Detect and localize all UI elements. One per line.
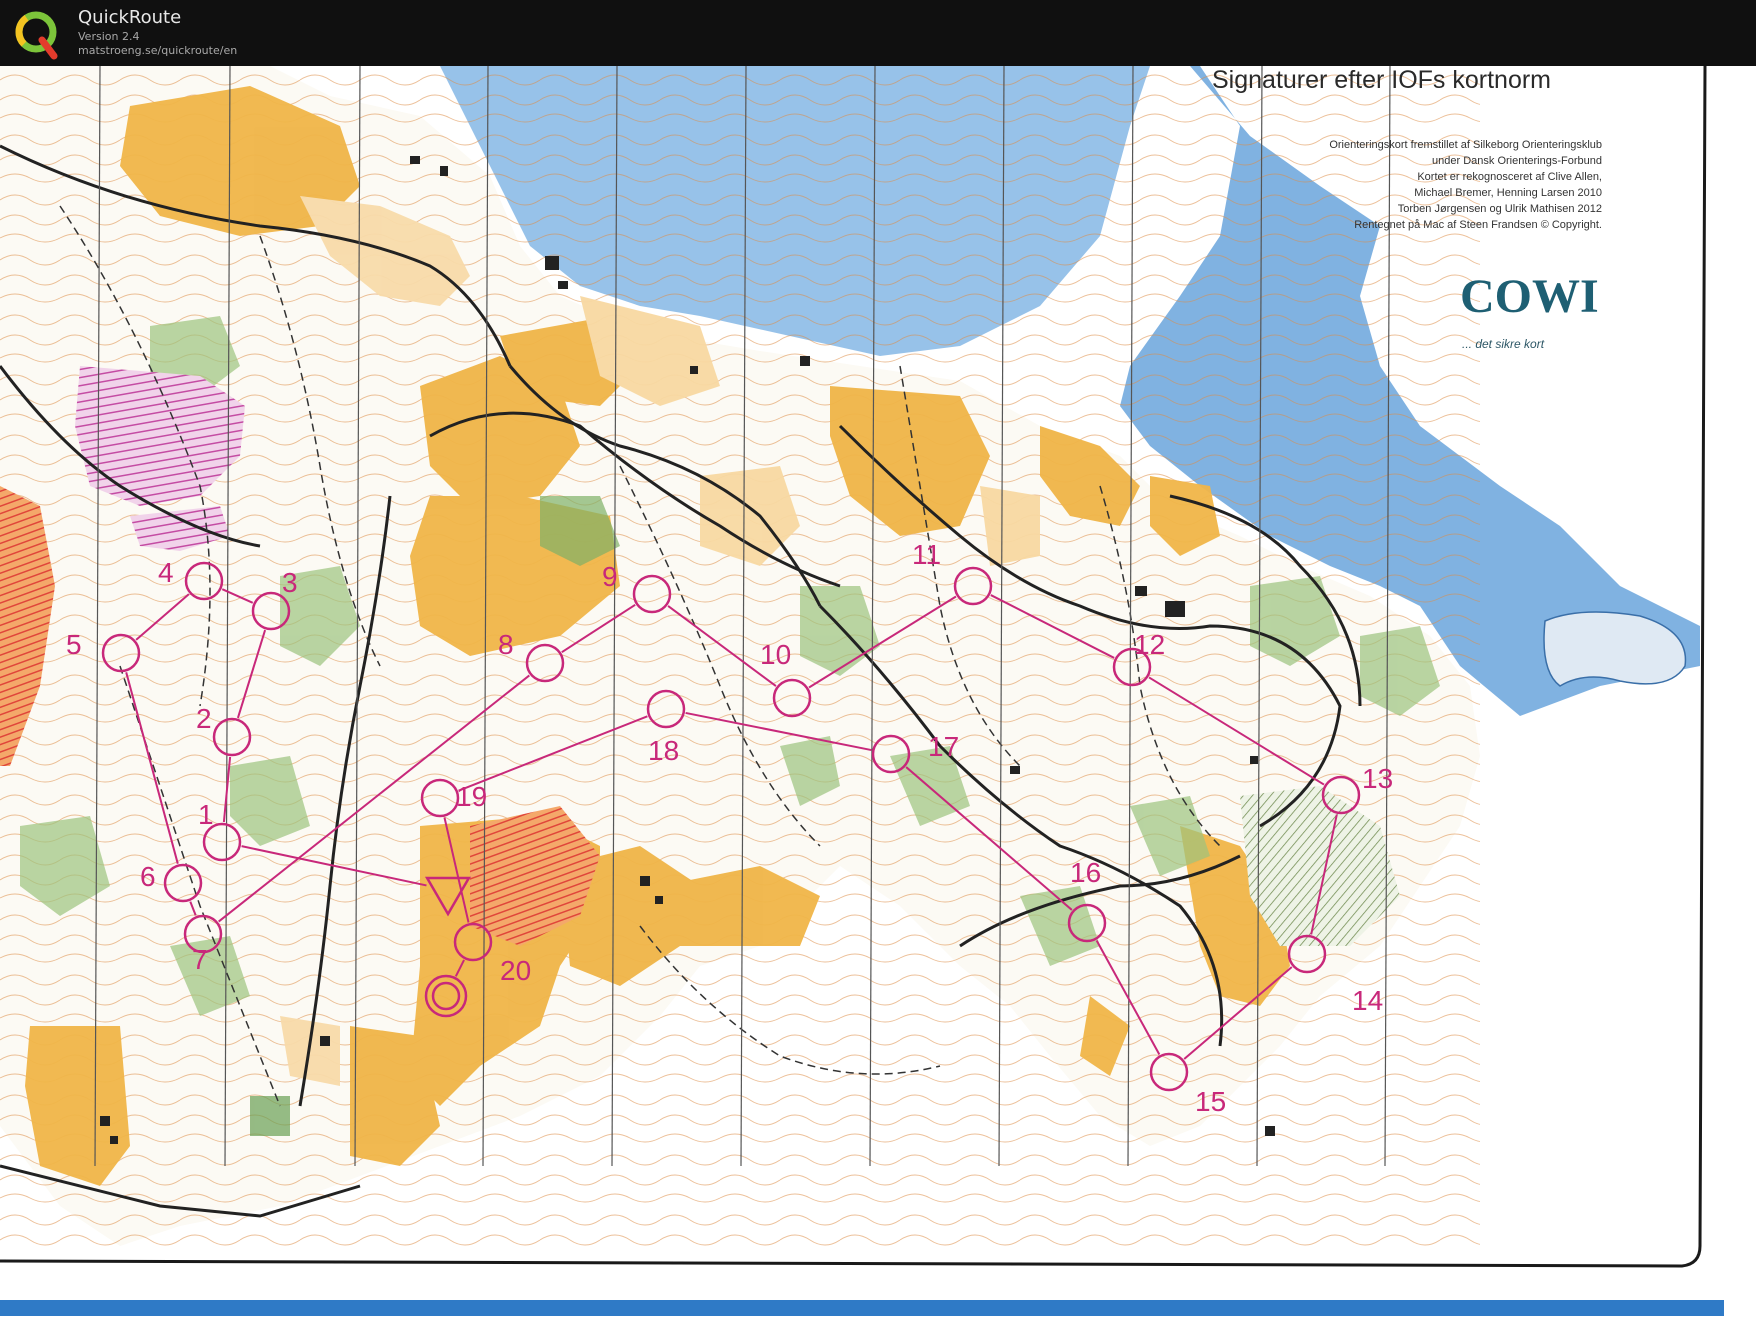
- control-number: 14: [1352, 985, 1383, 1016]
- app-name: QuickRoute: [78, 7, 182, 28]
- control-number: 9: [602, 561, 618, 592]
- legend-title: Signaturer efter IOFs kortnorm: [1212, 66, 1551, 94]
- control-number: 11: [912, 539, 941, 570]
- credits-line: Kortet er rekognosceret af Clive Allen,: [1417, 171, 1602, 183]
- map-canvas[interactable]: Signaturer efter IOFs kortnorm Orienteri…: [0, 66, 1756, 1342]
- control-number: 5: [66, 629, 82, 660]
- paper-edge-stripe: [0, 1300, 1724, 1316]
- control-number: 8: [498, 629, 514, 660]
- control-number: 3: [282, 567, 298, 598]
- control-number: 7: [192, 944, 208, 975]
- control-number: 10: [760, 639, 791, 670]
- credits-line: Michael Bremer, Henning Larsen 2010: [1414, 187, 1602, 199]
- control-number: 6: [140, 861, 156, 892]
- publisher-tagline: ... det sikre kort: [1462, 337, 1545, 351]
- app-version: Version 2.4: [78, 30, 140, 43]
- control-number: 17: [928, 731, 959, 762]
- credits-line: Rentegnet på Mac af Steen Frandsen © Cop…: [1354, 219, 1602, 231]
- control-number: 15: [1195, 1086, 1226, 1117]
- credits-line: Orienteringskort fremstillet af Silkebor…: [1329, 139, 1602, 151]
- credits-line: Torben Jørgensen og Ulrik Mathisen 2012: [1398, 203, 1602, 215]
- control-number: 16: [1070, 857, 1101, 888]
- publisher-logo: COWI: [1460, 270, 1599, 323]
- control-number: 13: [1362, 763, 1393, 794]
- app-url[interactable]: matstroeng.se/quickroute/en: [78, 44, 237, 57]
- credits-line: under Dansk Orienterings-Forbund: [1432, 155, 1602, 167]
- control-number: 20: [500, 955, 531, 986]
- app-header: QuickRoute Version 2.4 matstroeng.se/qui…: [0, 0, 1756, 66]
- control-number: 4: [158, 557, 174, 588]
- control-number: 18: [648, 735, 679, 766]
- quickroute-logo-icon: [15, 11, 58, 60]
- control-number: 12: [1134, 629, 1165, 660]
- control-number: 2: [196, 703, 212, 734]
- control-number: 1: [198, 799, 214, 830]
- control-number: 19: [456, 781, 487, 812]
- orienteering-map[interactable]: Signaturer efter IOFs kortnorm Orienteri…: [0, 66, 1756, 1342]
